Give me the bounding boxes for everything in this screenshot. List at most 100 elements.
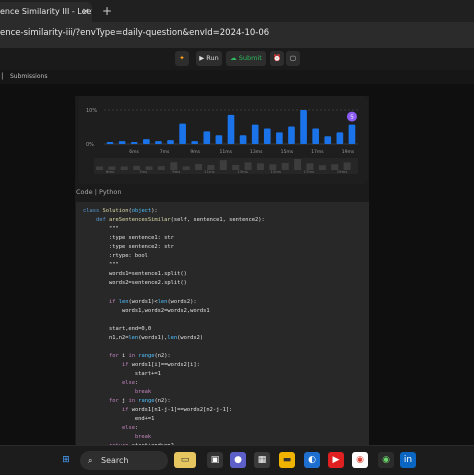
submit-button[interactable]: ☁ Submit (226, 51, 266, 66)
mini-chart-bar (157, 166, 165, 170)
mini-x-tick-label: 7ms (139, 169, 147, 174)
store-icon[interactable]: ▦ (254, 452, 270, 468)
chart-bar (167, 140, 174, 144)
chrome-icon[interactable]: ◉ (352, 452, 368, 468)
mini-x-tick-label: 11ms (204, 169, 215, 174)
mini-chart-bar (256, 163, 264, 170)
submissions-bar: ▏ Submissions (0, 70, 474, 84)
mini-x-tick-label: 13ms (237, 169, 248, 174)
chart-bar (300, 110, 307, 144)
code-line: break (134, 389, 152, 395)
editor-toolbar: ✦ ▶ Run ☁ Submit ⏰ ▢ (0, 48, 474, 70)
chart-bar (312, 128, 319, 144)
chart-bar (215, 135, 223, 144)
mini-chart-bar (120, 166, 128, 170)
x-tick-label: 15ms (281, 149, 294, 155)
code-line: """ (83, 262, 119, 269)
taskbar-search[interactable]: ⌕ Search (80, 451, 168, 470)
code-line: start+=1 (83, 370, 161, 377)
mini-chart-bar (219, 160, 227, 170)
chart-bar (288, 126, 295, 144)
search-icon: ⌕ (88, 456, 93, 465)
chart-bar (239, 135, 247, 144)
mini-chart-bar (96, 166, 103, 170)
mini-x-tick-label: 19ms (337, 169, 348, 174)
widgets-icon[interactable]: ▭ (174, 452, 196, 468)
x-tick-label: 7ms (160, 149, 170, 155)
windows-start-icon[interactable]: ⊞ (58, 452, 74, 468)
task-view-icon[interactable]: ▣ (207, 452, 223, 468)
new-tab-button[interactable]: + (102, 3, 112, 19)
close-icon[interactable]: × (82, 2, 92, 22)
chart-bar (191, 141, 199, 144)
chart-bar (251, 124, 259, 144)
x-tick-label: 19ms (342, 149, 355, 155)
code-block: class Solution(object): def areSentences… (76, 202, 369, 449)
mini-x-tick-label: 9ms (172, 169, 180, 174)
chart-bar (179, 123, 186, 144)
url-text[interactable]: ence-similarity-iii/?envType=daily-quest… (0, 28, 269, 38)
edge-icon[interactable]: ◐ (304, 452, 320, 468)
code-line: if len(words1)<len(words2): (108, 298, 197, 305)
code-line: for i in range(n2): (108, 352, 171, 359)
bug-icon[interactable]: ✦ (175, 51, 189, 66)
code-line: """ (83, 226, 119, 233)
mini-x-tick-label: 17ms (304, 169, 315, 174)
runtime-chart: 10% 0% S 6ms 7ms 9ms 11ms 13ms 15ms 17ms 19ms 6ms 7m… (78, 96, 368, 184)
run-label: Run (206, 54, 219, 62)
submissions-tab[interactable]: Submissions (10, 70, 47, 84)
chart-bar (276, 132, 283, 144)
runtime-chart-svg: 10% 0% S 6ms 7ms 9ms 11ms 13ms 15ms 17ms 19ms 6ms 7m… (86, 108, 358, 174)
file-explorer-icon[interactable]: ▬ (279, 452, 295, 468)
code-line: end+=1 (83, 416, 155, 423)
code-language-label: Code | Python (76, 188, 122, 196)
browser-tab[interactable]: ence Similarity III - LeetCo (0, 2, 92, 22)
code-line: n1,n2=len(words1),len(words2) (83, 334, 204, 341)
x-tick-label: 6ms (129, 149, 139, 155)
mini-chart-bar (195, 164, 203, 170)
chart-bar (336, 132, 344, 144)
x-tick-label: 13ms (250, 149, 263, 155)
linkedin-icon[interactable]: in (400, 452, 416, 468)
chart-bar (263, 128, 271, 144)
x-tick-label: 9ms (190, 149, 200, 155)
run-button[interactable]: ▶ Run (196, 51, 222, 66)
code-line: words1=sentence1.split() (83, 271, 187, 278)
code-line: if words1[n1-j-1]==words2[n2-j-1]: (121, 407, 233, 414)
mini-chart-bar (182, 166, 190, 170)
code-line: :rtype: bool (83, 253, 148, 260)
code-line: break (134, 434, 152, 441)
windows-taskbar: ⊞ ⌕ Search ▭ ▣ ● ▦ ▬ ◐ ▶ ◉ ◉ in (0, 445, 474, 475)
code-line: else: (121, 425, 139, 432)
chart-bar (348, 124, 356, 144)
search-label: Search (101, 456, 129, 465)
code-line: :type sentence1: str (83, 235, 174, 242)
x-tick-label: 11ms (219, 149, 232, 155)
teams-icon[interactable]: ● (230, 452, 246, 468)
sidebar-icon[interactable]: ▏ (2, 70, 7, 84)
chart-bar (130, 142, 138, 144)
code-line: start,end=0,0 (83, 325, 152, 332)
code-line: words2=sentence2.split() (83, 280, 187, 287)
chart-bar (203, 131, 211, 144)
note-icon[interactable]: ▢ (286, 51, 300, 66)
chrome-active-icon[interactable]: ◉ (378, 452, 394, 468)
mini-chart-bar (294, 159, 302, 170)
mini-chart-bar (281, 162, 289, 170)
x-tick-label: 17ms (311, 149, 324, 155)
code-line: class Solution(object): (83, 208, 158, 214)
chart-bar (143, 139, 150, 144)
mini-x-tick-label: 15ms (270, 169, 281, 174)
y-tick-label: 0% (86, 142, 94, 148)
browser-titlebar: ence Similarity III - LeetCo × + (0, 0, 474, 22)
chart-bar (227, 114, 235, 144)
address-bar[interactable]: ence-similarity-iii/?envType=daily-quest… (0, 22, 474, 49)
code-line: words1,words2=words2,words1 (83, 307, 210, 314)
code-line: if words1[i]==words2[i]: (121, 361, 200, 368)
code-line: :type sentence2: str (83, 244, 174, 251)
alarm-icon[interactable]: ⏰ (270, 51, 284, 66)
submit-label: Submit (238, 54, 262, 62)
youtube-icon[interactable]: ▶ (328, 452, 344, 468)
user-marker-label: S (350, 115, 353, 121)
code-line: def areSentencesSimilar(self, sentence1,… (95, 217, 265, 224)
